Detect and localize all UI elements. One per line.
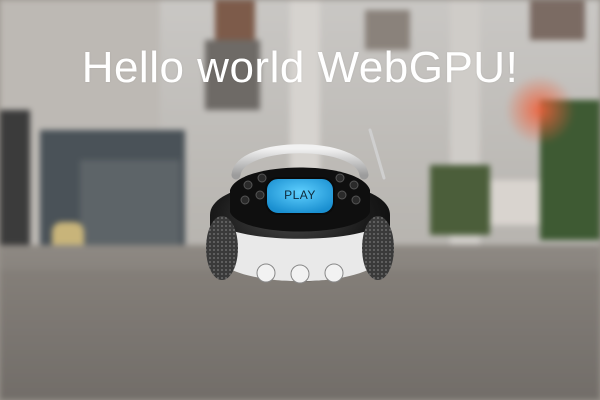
control-button-left-1[interactable] xyxy=(243,180,253,190)
control-button-right-4[interactable] xyxy=(351,195,361,205)
front-button-3[interactable] xyxy=(324,263,344,283)
canvas-title: Hello world WebGPU! xyxy=(81,43,519,92)
antenna xyxy=(368,128,386,180)
control-button-left-3[interactable] xyxy=(240,195,250,205)
left-speaker xyxy=(206,216,238,280)
front-button-1[interactable] xyxy=(256,263,276,283)
control-button-left-4[interactable] xyxy=(255,190,265,200)
webgpu-canvas[interactable]: Hello world WebGPU! PLAY xyxy=(0,0,600,400)
control-button-right-3[interactable] xyxy=(337,190,347,200)
right-speaker xyxy=(362,216,394,280)
boombox-3d-model[interactable] xyxy=(200,120,400,305)
control-button-left-2[interactable] xyxy=(257,173,267,183)
play-label[interactable]: PLAY xyxy=(272,187,328,203)
control-button-right-1[interactable] xyxy=(335,173,345,183)
control-button-right-2[interactable] xyxy=(349,180,359,190)
front-button-2[interactable] xyxy=(290,264,310,284)
